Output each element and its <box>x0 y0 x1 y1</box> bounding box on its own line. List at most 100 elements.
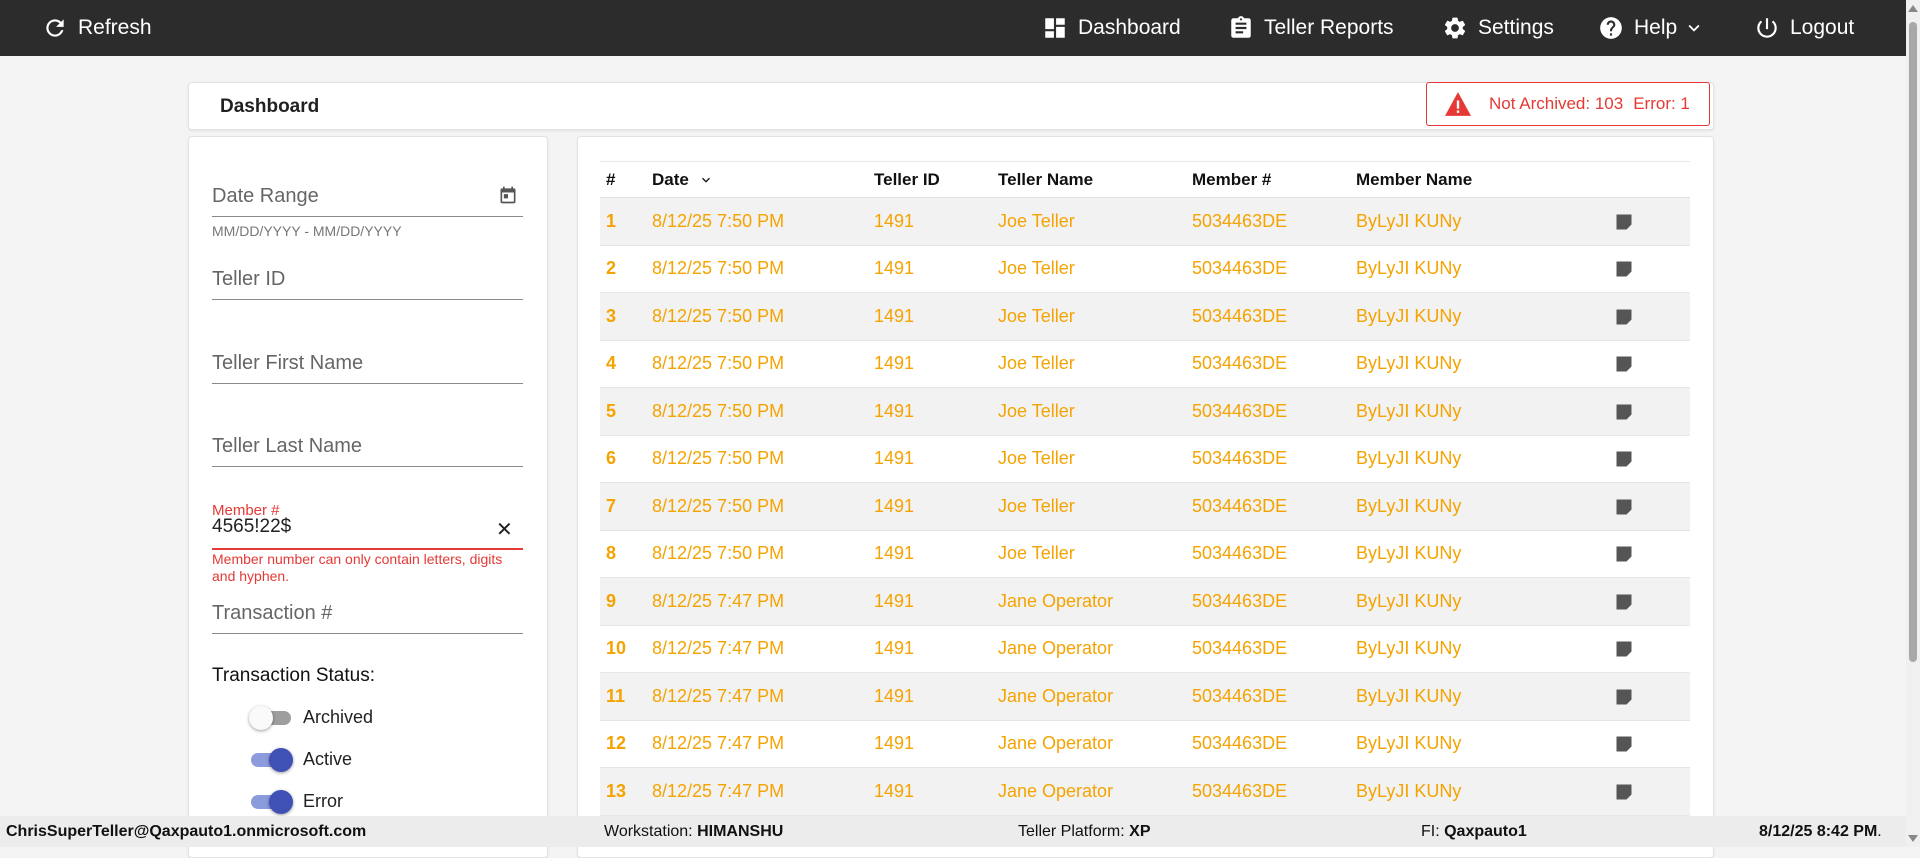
cell-actions <box>1608 245 1690 293</box>
note-icon[interactable] <box>1614 449 1634 469</box>
teller-id-underline <box>212 299 523 300</box>
clear-member-icon[interactable]: ✕ <box>496 517 513 542</box>
table-row[interactable]: 1 8/12/25 7:50 PM 1491 Joe Teller 503446… <box>600 197 1690 245</box>
table-row[interactable]: 11 8/12/25 7:47 PM 1491 Jane Operator 50… <box>600 672 1690 721</box>
cell-member-name: ByLyJI KUNy <box>1356 353 1462 374</box>
table-row[interactable]: 2 8/12/25 7:50 PM 1491 Joe Teller 503446… <box>600 245 1690 293</box>
note-icon[interactable] <box>1614 259 1634 279</box>
cell-date: 8/12/25 7:50 PM <box>652 353 785 374</box>
cell-member-number: 5034463DE <box>1192 353 1288 374</box>
cell-member-name: ByLyJI KUNy <box>1356 400 1462 421</box>
note-icon[interactable] <box>1614 734 1634 754</box>
table-row[interactable]: 13 8/12/25 7:47 PM 1491 Jane Operator 50… <box>600 767 1690 816</box>
table-row[interactable]: 7 8/12/25 7:50 PM 1491 Joe Teller 503446… <box>600 482 1690 530</box>
status-toggle-error[interactable]: Error <box>249 789 343 814</box>
workstation-label: Workstation: <box>604 823 698 840</box>
scroll-up-arrow[interactable] <box>1908 5 1918 12</box>
user-email: ChrisSuperTeller@Qaxpauto1.onmicrosoft.c… <box>6 823 367 840</box>
column-header-date[interactable]: Date <box>646 162 868 198</box>
note-icon[interactable] <box>1614 639 1634 659</box>
cell-member-number: 5034463DE <box>1192 733 1288 754</box>
cell-teller-name: Jane Operator <box>998 590 1114 611</box>
cell-date: 8/12/25 7:47 PM <box>652 780 785 801</box>
refresh-button[interactable]: Refresh <box>42 0 152 56</box>
scroll-down-arrow[interactable] <box>1908 835 1918 842</box>
cell-date: 8/12/25 7:50 PM <box>652 400 785 421</box>
page-title: Dashboard <box>220 96 320 117</box>
table-row[interactable]: 8 8/12/25 7:50 PM 1491 Joe Teller 503446… <box>600 530 1690 578</box>
table-row[interactable]: 10 8/12/25 7:47 PM 1491 Jane Operator 50… <box>600 625 1690 673</box>
page-scrollbar[interactable] <box>1906 0 1920 847</box>
cell-member-name: ByLyJI KUNy <box>1356 685 1462 706</box>
nav-dashboard-label: Dashboard <box>1078 16 1181 39</box>
nav-teller-reports-label: Teller Reports <box>1264 16 1394 39</box>
column-header-teller-id[interactable]: Teller ID <box>868 162 992 198</box>
note-icon[interactable] <box>1614 782 1634 802</box>
cell-number: 5 <box>606 400 617 421</box>
table-row[interactable]: 12 8/12/25 7:47 PM 1491 Jane Operator 50… <box>600 720 1690 768</box>
table-row[interactable]: 4 8/12/25 7:50 PM 1491 Joe Teller 503446… <box>600 340 1690 388</box>
note-icon[interactable] <box>1614 212 1634 232</box>
cell-member-name: ByLyJI KUNy <box>1356 305 1462 326</box>
transaction-number-label: Transaction # <box>212 602 333 624</box>
cell-date: 8/12/25 7:47 PM <box>652 590 785 611</box>
transaction-status-title: Transaction Status: <box>212 665 375 686</box>
note-icon[interactable] <box>1614 592 1634 612</box>
note-icon[interactable] <box>1614 307 1634 327</box>
cell-actions <box>1608 673 1690 721</box>
cell-teller-name: Joe Teller <box>998 258 1075 279</box>
gear-icon <box>1444 17 1466 39</box>
datetime-suffix: . <box>1877 823 1882 840</box>
column-header-member-name[interactable]: Member Name <box>1350 162 1608 198</box>
status-toggle-archived[interactable]: Archived <box>249 705 373 730</box>
logout-button[interactable]: Logout <box>1754 0 1854 56</box>
note-icon[interactable] <box>1614 402 1634 422</box>
cell-teller-id: 1491 <box>874 495 915 516</box>
error-count: Error: 1 <box>1633 94 1690 113</box>
column-header-teller-name[interactable]: Teller Name <box>992 162 1186 198</box>
cell-teller-id: 1491 <box>874 638 915 659</box>
table-row[interactable]: 9 8/12/25 7:47 PM 1491 Jane Operator 503… <box>600 577 1690 626</box>
active-toggle[interactable] <box>249 747 295 772</box>
archived-toggle[interactable] <box>249 705 295 730</box>
table-row[interactable]: 3 8/12/25 7:50 PM 1491 Joe Teller 503446… <box>600 292 1690 340</box>
nav-help[interactable]: Help <box>1598 0 1705 56</box>
cell-actions <box>1608 625 1690 673</box>
nav-teller-reports[interactable]: Teller Reports <box>1228 0 1394 56</box>
cell-teller-name: Jane Operator <box>998 733 1114 754</box>
table-row[interactable]: 6 8/12/25 7:50 PM 1491 Joe Teller 503446… <box>600 435 1690 483</box>
cell-teller-name: Joe Teller <box>998 210 1075 231</box>
nav-dashboard[interactable]: Dashboard <box>1042 0 1181 56</box>
note-icon[interactable] <box>1614 354 1634 374</box>
cell-member-number: 5034463DE <box>1192 210 1288 231</box>
error-toggle[interactable] <box>249 789 295 814</box>
note-icon[interactable] <box>1614 497 1634 517</box>
cell-teller-id: 1491 <box>874 353 915 374</box>
status-bar: ChrisSuperTeller@Qaxpauto1.onmicrosoft.c… <box>0 816 1906 847</box>
note-icon[interactable] <box>1614 544 1634 564</box>
note-icon[interactable] <box>1614 687 1634 707</box>
column-header-number[interactable]: # <box>600 162 646 198</box>
cell-teller-name: Joe Teller <box>998 400 1075 421</box>
member-number-input[interactable]: 4565!22$ <box>212 516 291 538</box>
calendar-icon[interactable] <box>498 185 518 205</box>
cell-teller-name: Joe Teller <box>998 543 1075 564</box>
filter-panel: Date Range MM/DD/YYYY - MM/DD/YYYY Telle… <box>188 136 548 858</box>
table-row[interactable]: 5 8/12/25 7:50 PM 1491 Joe Teller 503446… <box>600 387 1690 435</box>
fi-value: Qaxpauto1 <box>1444 823 1527 840</box>
clipboard-icon <box>1231 16 1251 38</box>
scrollbar-thumb[interactable] <box>1909 22 1917 662</box>
cell-teller-id: 1491 <box>874 305 915 326</box>
column-header-member-number[interactable]: Member # <box>1186 162 1350 198</box>
cell-teller-name: Joe Teller <box>998 353 1075 374</box>
member-number-underline <box>212 548 523 550</box>
archive-status-alert[interactable]: Not Archived: 103 Error: 1 <box>1426 82 1710 126</box>
cell-actions <box>1608 340 1690 388</box>
cell-actions <box>1608 578 1690 626</box>
cell-number: 10 <box>606 638 627 659</box>
nav-settings[interactable]: Settings <box>1442 0 1554 56</box>
cell-teller-id: 1491 <box>874 733 915 754</box>
cell-member-number: 5034463DE <box>1192 258 1288 279</box>
cell-actions <box>1608 768 1690 816</box>
status-toggle-active[interactable]: Active <box>249 747 352 772</box>
